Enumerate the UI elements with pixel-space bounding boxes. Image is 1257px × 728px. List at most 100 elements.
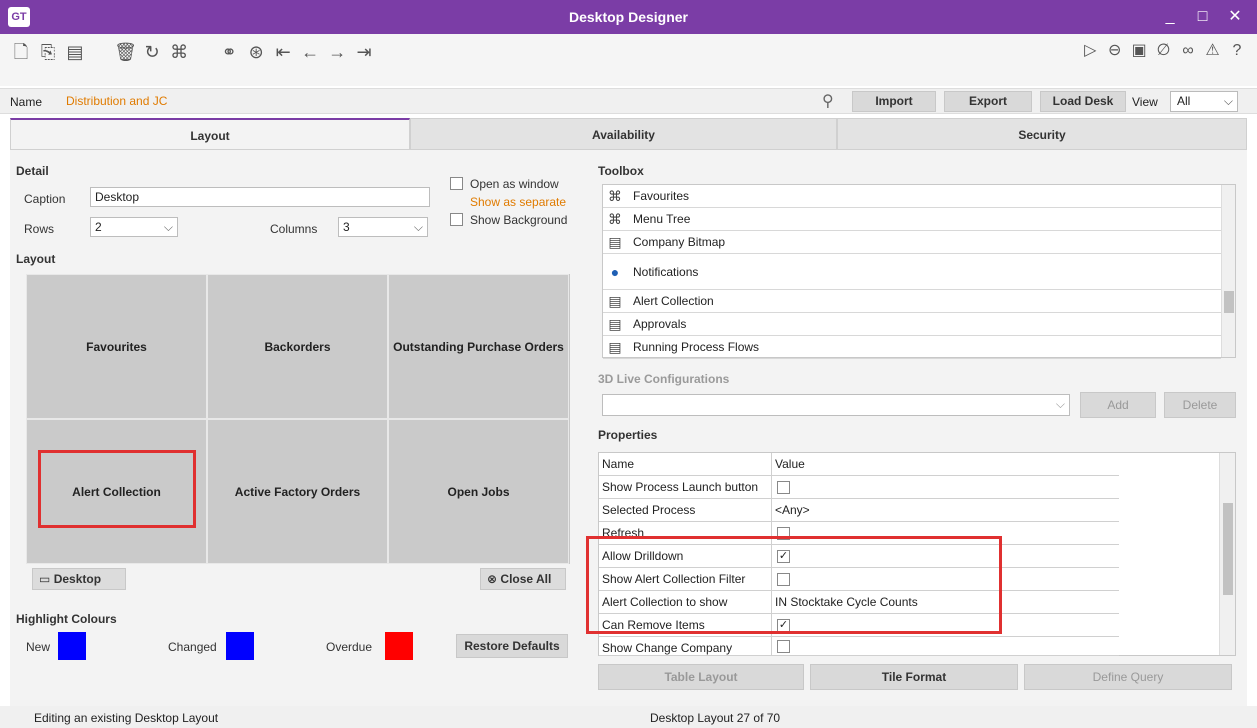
back-circle-icon[interactable]: ⊖ [1105,40,1125,60]
toolbox-item-favourites[interactable]: ⌘ Favourites [603,185,1221,208]
play-icon[interactable]: ▷ [1080,40,1100,60]
name-row: Name Distribution and JC ⚲ Import Export… [0,88,1257,114]
binoculars-icon[interactable]: ⚭ [218,42,240,63]
toolbox-item-notifications[interactable]: ● Notifications [603,254,1221,290]
tile-format-button[interactable]: Tile Format [810,664,1018,690]
window-title: Desktop Designer [568,9,689,25]
search-icon[interactable]: ⚲ [822,91,834,111]
toolbox-scrollbar[interactable] [1221,185,1235,357]
toolbox-list[interactable]: ⌘ Favourites ⌘ Menu Tree ▤ Company Bitma… [602,184,1236,359]
warning-icon[interactable]: ⚠ [1203,40,1223,60]
name-field[interactable]: Distribution and JC [62,91,822,111]
table-layout-button[interactable]: Table Layout [598,664,804,690]
close-window-button[interactable]: ✕ [1221,0,1249,34]
last-icon[interactable]: ⇥ [353,42,375,63]
attach-icon[interactable]: ∅ [1154,40,1174,60]
view-select[interactable]: All ⌵ [1170,91,1238,112]
property-checkbox[interactable] [777,640,790,653]
layout-cell-favourites[interactable]: Favourites [26,274,207,419]
window-controls: _ □ ✕ [1156,0,1249,34]
columns-value: 3 [343,220,350,234]
open-as-window-label: Open as window [470,177,559,191]
toolbox-item-running-process-flows[interactable]: ▤ Running Process Flows [603,336,1221,359]
layout-title: Layout [16,252,56,266]
export-button[interactable]: Export [944,91,1032,112]
load-desk-button[interactable]: Load Desk [1040,91,1126,112]
properties-highlight [586,536,1002,634]
help-icon[interactable]: ? [1227,42,1247,60]
import-button[interactable]: Import [852,91,936,112]
live3d-select[interactable]: ⌵ [602,394,1070,416]
caption-label: Caption [24,192,66,206]
toolbox-scrollbar-thumb[interactable] [1224,291,1234,313]
property-row[interactable]: Selected Process <Any> [599,499,1119,522]
properties-scrollbar[interactable] [1219,453,1235,655]
status-left: Editing an existing Desktop Layout [34,711,219,725]
network-icon[interactable]: ⌘ [168,42,190,63]
property-row[interactable]: Show Process Launch button [599,476,1119,499]
open-as-window-checkbox[interactable] [450,177,463,190]
status-bar: Editing an existing Desktop Layout Deskt… [0,706,1257,728]
toolbox-item-label: Alert Collection [633,294,714,308]
layout-cell-active-factory-orders[interactable]: Active Factory Orders [207,419,388,564]
property-row[interactable]: Show Change Company [599,637,1119,656]
tab-availability[interactable]: Availability [410,118,837,150]
rows-select[interactable]: 2 ⌵ [90,217,178,237]
live3d-add-button[interactable]: Add [1080,392,1156,418]
new-colour-swatch[interactable] [58,632,86,660]
changed-colour-swatch[interactable] [226,632,254,660]
property-value[interactable]: <Any> [775,503,810,517]
prev-icon[interactable]: ← [299,42,321,63]
link-icon[interactable]: ∞ [1178,42,1198,60]
save-icon[interactable]: ▤ [64,42,86,63]
overdue-colour-label: Overdue [326,640,373,654]
tab-layout[interactable]: Layout [10,118,410,150]
first-icon[interactable]: ⇤ [272,42,294,63]
delete-icon[interactable]: 🗑 [114,42,137,63]
name-label: Name [10,95,43,109]
toolbar: 🗋 ⎘ ▤ 🗑 ↻ ⌘ ⚭ ⊛ ⇤ ← → ⇥ ▷ ⊖ ▣ ∅ ∞ ⚠ ? [0,34,1257,86]
close-all-button[interactable]: ⊗ Close All [480,568,566,590]
toolbox-item-label: Notifications [633,265,699,279]
show-background-checkbox[interactable] [450,213,463,226]
chevron-down-icon: ⌵ [1055,397,1065,411]
copy-icon[interactable]: ⎘ [37,42,59,63]
caption-field[interactable]: Desktop [90,187,430,207]
toolbox-item-alert-collection[interactable]: ▤ Alert Collection [603,290,1221,313]
property-name: Show Change Company [602,641,733,655]
overdue-colour-swatch[interactable] [385,632,413,660]
title-bar: GT Desktop Designer _ □ ✕ [0,0,1257,34]
toolbox-item-approvals[interactable]: ▤ Approvals [603,313,1221,336]
property-checkbox[interactable] [777,481,790,494]
layout-cell-open-jobs[interactable]: Open Jobs [388,419,569,564]
toolbox-item-company-bitmap[interactable]: ▤ Company Bitmap [603,231,1221,254]
properties-scrollbar-thumb[interactable] [1223,503,1233,595]
toolbox-item-menu-tree[interactable]: ⌘ Menu Tree [603,208,1221,231]
view-select-value: All [1177,94,1191,108]
new-icon[interactable]: 🗋 [10,40,32,70]
list-icon: ▤ [608,293,622,309]
list-icon: ▤ [608,339,622,355]
maximize-button[interactable]: □ [1189,0,1217,34]
layout-cell-backorders[interactable]: Backorders [207,274,388,419]
document-icon[interactable]: ▣ [1129,40,1149,60]
show-background-label: Show Background [470,213,568,227]
tree-icon: ⌘ [608,188,622,204]
live3d-delete-button[interactable]: Delete [1164,392,1236,418]
show-as-separate-label: Show as separate [470,195,567,209]
tab-security[interactable]: Security [837,118,1247,150]
layout-cell-outstanding-purchase-orders[interactable]: Outstanding Purchase Orders [388,274,569,419]
columns-select[interactable]: 3 ⌵ [338,217,428,237]
define-query-button[interactable]: Define Query [1024,664,1232,690]
next-icon[interactable]: → [326,42,348,63]
alert-collection-highlight [38,450,196,528]
find-icon[interactable]: ⊛ [245,42,267,63]
refresh-icon[interactable]: ↻ [141,42,163,63]
view-label: View [1132,95,1158,109]
restore-defaults-button[interactable]: Restore Defaults [456,634,568,658]
detail-title: Detail [16,164,49,178]
toolbox-item-label: Approvals [633,317,687,331]
desktop-button[interactable]: ▭ Desktop [32,568,126,590]
new-colour-label: New [26,640,51,654]
minimize-button[interactable]: _ [1156,0,1184,34]
